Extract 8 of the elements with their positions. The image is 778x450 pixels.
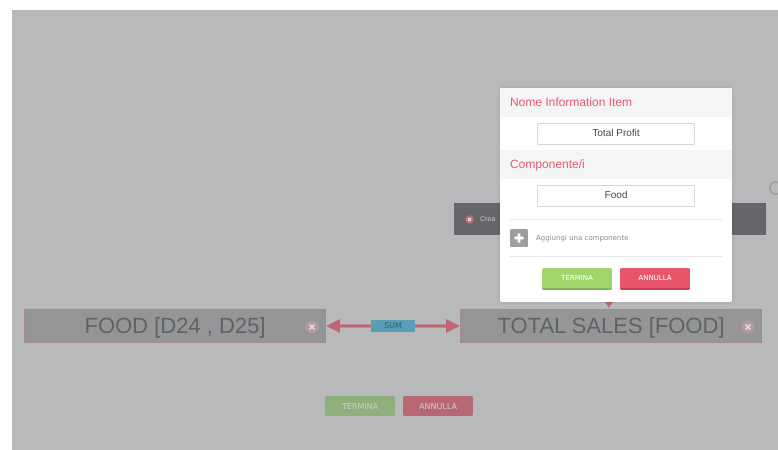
- cancel-button[interactable]: ANNULLA: [403, 396, 473, 416]
- section-title: Nome Information Item: [500, 88, 732, 117]
- pointer-icon: [605, 302, 613, 308]
- plus-icon[interactable]: [510, 229, 528, 247]
- connector-label[interactable]: SUM: [371, 320, 415, 332]
- section-title: Componente/i: [500, 150, 732, 179]
- input-field[interactable]: Total Profit: [537, 122, 695, 144]
- input-field[interactable]: Food: [537, 184, 695, 206]
